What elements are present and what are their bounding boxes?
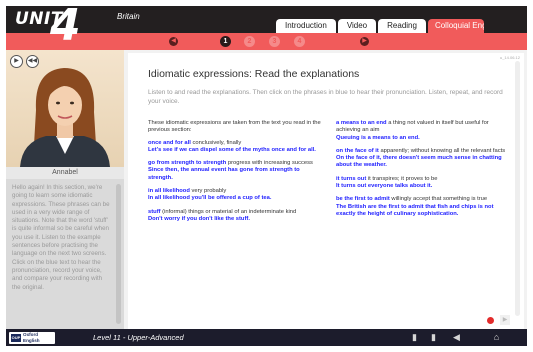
header: UNIT 4 Britain Introduction Video Readin… <box>6 6 527 48</box>
example-sentence[interactable]: In all likelihood you'll be offered a cu… <box>148 195 324 202</box>
chevron-right-icon[interactable]: ▶ <box>360 37 369 46</box>
instructions: Listen to and read the explanations. The… <box>148 89 503 105</box>
example-sentence[interactable]: Don't worry if you don't like the stuff. <box>148 216 324 223</box>
expression-phrase[interactable]: a means to an end <box>336 120 387 126</box>
expression-definition: apparently; without knowing all the rele… <box>378 147 506 154</box>
step-dot-4[interactable]: 4 <box>294 36 305 47</box>
chevron-left-icon[interactable]: ◀ <box>169 37 178 46</box>
bookmark-icon[interactable]: ▮ <box>410 332 419 343</box>
list-item: a means to an end a thing not valued in … <box>336 120 508 142</box>
level-label: Level 11 - Upper-Advanced <box>93 333 184 342</box>
example-sentence[interactable]: Let's see if we can dispel some of the m… <box>148 147 324 154</box>
expression-phrase[interactable]: on the face of it <box>336 148 379 154</box>
expression-phrase[interactable]: stuff <box>148 209 161 215</box>
content-panel: u_14.06.12 Idiomatic expressions: Read t… <box>128 53 524 329</box>
expression-phrase[interactable]: in all likelihood <box>148 188 190 194</box>
list-item: go from strength to strength progress wi… <box>148 160 324 182</box>
logo-text: Oxford English <box>23 332 40 343</box>
expression-definition: willingly accept that something is true <box>389 196 488 203</box>
expression-definition: very probably <box>189 188 227 195</box>
page-reference: u_14.06.12 <box>499 55 520 60</box>
record-icon[interactable] <box>487 317 494 324</box>
expression-phrase[interactable]: it turns out <box>336 176 366 182</box>
expression-phrase[interactable]: once and for all <box>148 140 191 146</box>
expression-phrase[interactable]: be the first to admit <box>336 196 390 202</box>
step-navigation: ◀ 1 2 3 4 ▶ <box>6 33 527 50</box>
expression-definition: progress with increasing success <box>226 160 313 167</box>
section-tabs: Introduction Video Reading Colloquial En… <box>274 19 484 33</box>
expression-definition: conclusively, finally <box>190 139 242 146</box>
speaker-name: Annabel <box>6 167 124 179</box>
volume-icon[interactable]: ◀ <box>452 332 461 343</box>
left-scrollbar[interactable] <box>116 184 121 324</box>
tab-colloquial-english[interactable]: Colloquial Eng <box>427 19 484 33</box>
avatar <box>20 68 110 167</box>
logo-mark: OUP <box>11 334 21 342</box>
footer: OUP Oxford English Level 11 - Upper-Adva… <box>6 329 527 346</box>
step-dot-2[interactable]: 2 <box>244 36 255 47</box>
speaker-portrait: ▶ ◀◀ <box>6 50 124 167</box>
expression-definition: (informal) things or material of an inde… <box>160 208 297 215</box>
page-title: Idiomatic expressions: Read the explanat… <box>148 68 360 80</box>
speaker-intro-text: Hello again! In this section, we're goin… <box>12 184 110 291</box>
expressions-left-column: These idiomatic expressions are taken fr… <box>148 120 324 229</box>
tab-reading[interactable]: Reading <box>378 19 426 33</box>
expressions-right-column: a means to an end a thing not valued in … <box>336 120 508 224</box>
playback-icon[interactable]: ▶ <box>500 315 510 325</box>
home-icon[interactable]: ⌂ <box>492 332 501 343</box>
list-item: it turns out it transpires; it proves to… <box>336 176 508 191</box>
intro-text: These idiomatic expressions are taken fr… <box>148 120 321 134</box>
rewind-icon[interactable]: ◀◀ <box>26 55 39 68</box>
tab-video[interactable]: Video <box>337 19 377 33</box>
example-sentence[interactable]: On the face of it, there doesn't seem mu… <box>336 155 508 170</box>
expression-phrase[interactable]: go from strength to strength <box>148 160 226 166</box>
notes-icon[interactable]: ▮ <box>429 332 438 343</box>
app-window: UNIT 4 Britain Introduction Video Readin… <box>6 6 527 346</box>
example-sentence[interactable]: Queuing is a means to an end. <box>336 135 508 142</box>
step-dot-1[interactable]: 1 <box>220 36 231 47</box>
list-item: stuff (informal) things or material of a… <box>148 209 324 224</box>
publisher-logo: OUP Oxford English <box>9 332 55 344</box>
example-sentence[interactable]: Since then, the annual event has gone fr… <box>148 167 324 182</box>
list-item: on the face of it apparently; without kn… <box>336 148 508 170</box>
list-item: once and for all conclusively, finally L… <box>148 140 324 155</box>
unit-subtitle: Britain <box>117 12 140 21</box>
speaker-panel: ▶ ◀◀ Annabel Hello again! In this sectio… <box>6 50 124 329</box>
step-dot-3[interactable]: 3 <box>269 36 280 47</box>
list-item: be the first to admit willingly accept t… <box>336 196 508 218</box>
example-sentence[interactable]: It turns out everyone talks about it. <box>336 183 508 190</box>
list-item: in all likelihood very probably In all l… <box>148 188 324 203</box>
content-scrollbar[interactable] <box>515 61 520 316</box>
example-sentence[interactable]: The British are the first to admit that … <box>336 204 508 219</box>
unit-number: 4 <box>50 6 81 51</box>
tab-introduction[interactable]: Introduction <box>276 19 336 33</box>
expression-definition: it transpires; it proves to be <box>366 175 438 182</box>
play-icon[interactable]: ▶ <box>10 55 23 68</box>
